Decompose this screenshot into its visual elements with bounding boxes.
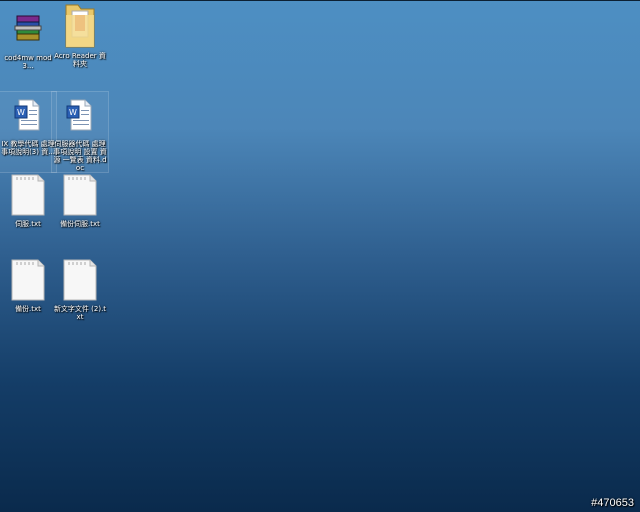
desktop-icon-archive[interactable]: cod4mw mod3...	[0, 6, 56, 86]
desktop-icon-label: 伺服器代碼 處理 事項說明 設置 資 源 一覽表 資料.doc	[53, 140, 107, 172]
text-file-icon	[8, 257, 48, 303]
text-file-icon	[8, 172, 48, 218]
desktop-icon-text-file[interactable]: 備份.txt	[0, 257, 56, 337]
text-file-icon	[60, 172, 100, 218]
folder-icon	[60, 0, 100, 50]
desktop-icon-word-doc[interactable]: W IX 教學代碼 處理 事項說明(3) 資...	[0, 91, 57, 173]
svg-text:W: W	[17, 108, 25, 117]
watermark-id: #470653	[591, 497, 634, 509]
desktop-icon-label: 備份.txt	[15, 305, 41, 313]
word-document-icon: W	[60, 92, 100, 138]
desktop-icon-text-file[interactable]: 備份伺服.txt	[52, 172, 108, 252]
svg-text:W: W	[69, 108, 77, 117]
desktop-icon-label: cod4mw mod3...	[4, 54, 52, 70]
desktop-icon-label: 新文字文件 (2).txt	[53, 305, 107, 321]
desktop-icon-label: 備份伺服.txt	[60, 220, 100, 228]
desktop-icon-label: 伺服.txt	[15, 220, 41, 228]
desktop-icon-folder[interactable]: Acro Reader 資料夾	[52, 0, 108, 80]
text-file-icon	[60, 257, 100, 303]
desktop-icon-label: IX 教學代碼 處理 事項說明(3) 資...	[1, 140, 55, 156]
desktop-icon-label: Acro Reader 資料夾	[54, 52, 106, 68]
winrar-archive-icon	[8, 6, 48, 52]
desktop-icon-text-file[interactable]: 新文字文件 (2).txt	[52, 257, 108, 337]
desktop-icon-text-file[interactable]: 伺服.txt	[0, 172, 56, 252]
word-document-icon: W	[8, 92, 48, 138]
desktop-icon-word-doc[interactable]: W 伺服器代碼 處理 事項說明 設置 資 源 一覽表 資料.doc	[51, 91, 109, 173]
